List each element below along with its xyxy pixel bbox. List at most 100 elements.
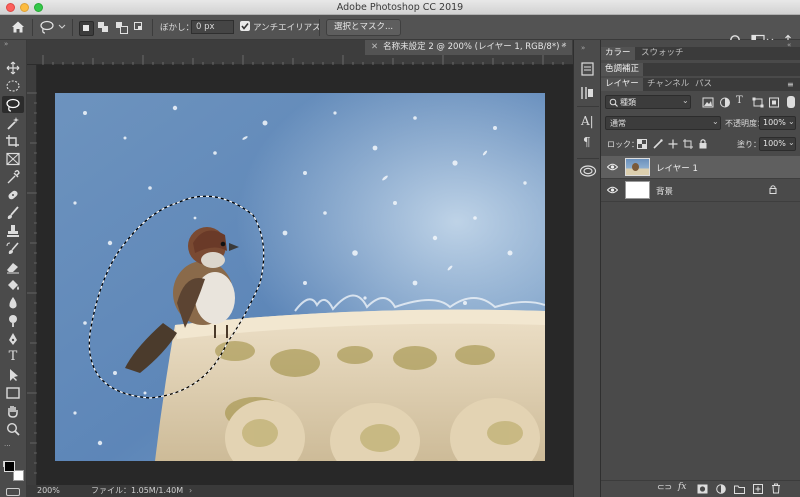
layers-action-bar: ⊂⊃ fx — [601, 480, 800, 497]
color-panel-tabs: カラー スウォッチ — [601, 47, 800, 60]
type-filter-icon[interactable]: T — [736, 95, 743, 106]
foreground-color-swatch[interactable] — [4, 461, 15, 472]
tab-swatches[interactable]: スウォッチ — [637, 47, 688, 60]
zoom-level[interactable]: 200% — [37, 485, 60, 497]
status-menu-icon[interactable]: › — [189, 485, 192, 497]
libraries-panel-icon[interactable] — [579, 164, 597, 178]
blur-tool-icon[interactable] — [5, 296, 21, 310]
hand-tool-icon[interactable] — [5, 404, 21, 418]
brush-tool-icon[interactable] — [5, 206, 21, 220]
filter-toggle-switch[interactable] — [787, 96, 795, 108]
chevron-down-icon: ⌄ — [682, 96, 689, 105]
adjustment-filter-icon[interactable] — [719, 97, 731, 108]
layer-lock-icon[interactable] — [769, 184, 777, 194]
select-and-mask-button[interactable]: 選択とマスク... — [326, 19, 402, 36]
new-adjustment-layer-icon[interactable] — [716, 484, 726, 494]
tools-panel: » T ··· — [0, 40, 27, 497]
intersect-selection-button[interactable] — [133, 21, 146, 34]
more-tools-icon[interactable]: ··· — [4, 442, 22, 450]
panels-dock: « カラー スウォッチ 色調補正 レイヤー チャンネル パス ≡ 種類 ⌄ T … — [601, 40, 800, 497]
new-selection-button[interactable] — [79, 21, 94, 36]
new-group-icon[interactable] — [734, 484, 745, 494]
blend-mode-value: 通常 — [610, 119, 626, 128]
rectangle-tool-icon[interactable] — [5, 386, 21, 400]
options-bar: ぼかし： 0 px アンチエイリアス 選択とマスク... — [0, 15, 800, 48]
tab-paths[interactable]: パス — [691, 78, 716, 91]
magic-wand-icon[interactable] — [5, 116, 21, 130]
close-tab-icon[interactable]: ✕ — [371, 42, 378, 52]
collapse-right-icon[interactable]: « — [561, 41, 566, 50]
path-selection-icon[interactable] — [5, 368, 21, 382]
zoom-tool-icon[interactable] — [5, 422, 21, 436]
layer-row-background[interactable]: 背景 — [601, 179, 800, 202]
feather-label: ぼかし： — [160, 23, 195, 33]
layer-row-layer-1[interactable]: レイヤー 1 — [601, 156, 800, 179]
dodge-tool-icon[interactable] — [5, 314, 21, 328]
paint-bucket-icon[interactable] — [5, 278, 21, 292]
tab-color[interactable]: カラー — [601, 47, 635, 60]
character-panel-icon[interactable]: A| — [581, 114, 594, 128]
elliptical-marquee-icon[interactable] — [5, 79, 21, 93]
fill-input[interactable]: 100% ⌄ — [759, 137, 796, 151]
filter-kind-label: 種類 — [620, 98, 636, 107]
tab-layers[interactable]: レイヤー — [601, 78, 643, 91]
lasso-tool-icon[interactable] — [5, 98, 21, 112]
collapse-icon[interactable]: » — [4, 41, 22, 48]
blend-mode-select[interactable]: 通常 ⌄ — [605, 116, 721, 130]
tab-channels[interactable]: チャンネル — [643, 78, 693, 91]
move-tool-icon[interactable] — [5, 61, 21, 75]
lock-all-icon[interactable] — [698, 138, 708, 149]
type-tool-icon[interactable]: T — [5, 350, 21, 364]
lock-transparent-pixels-icon[interactable] — [637, 139, 647, 149]
shape-filter-icon[interactable] — [752, 97, 764, 108]
pixel-filter-icon[interactable] — [702, 97, 714, 108]
title-bar: Adobe Photoshop CC 2019 — [0, 0, 800, 15]
visibility-eye-icon[interactable] — [607, 163, 618, 171]
history-panel-icon[interactable] — [580, 62, 595, 76]
frame-tool-icon[interactable] — [5, 152, 21, 166]
lasso-preset-icon[interactable] — [39, 19, 67, 35]
divider — [577, 106, 599, 107]
quick-mask-icon[interactable] — [6, 488, 20, 496]
antialias-checkbox[interactable] — [240, 21, 250, 31]
lock-image-pixels-icon[interactable] — [653, 139, 663, 149]
collapse-icon[interactable]: » — [581, 44, 585, 52]
add-mask-icon[interactable] — [697, 484, 708, 494]
document-tab[interactable]: ✕ 名称未設定 2 @ 200% (レイヤー 1, RGB/8*) * — [365, 40, 573, 55]
lock-artboard-icon[interactable] — [683, 139, 693, 149]
close-window-button[interactable] — [6, 3, 15, 12]
document-image[interactable] — [55, 93, 545, 461]
link-layers-icon[interactable]: ⊂⊃ — [657, 483, 672, 493]
home-icon[interactable] — [10, 19, 26, 35]
visibility-eye-icon[interactable] — [607, 186, 618, 194]
crop-tool-icon[interactable] — [5, 134, 21, 148]
layer-filter-select[interactable]: 種類 ⌄ — [605, 95, 691, 109]
smart-object-filter-icon[interactable] — [768, 97, 780, 108]
pen-tool-icon[interactable] — [5, 332, 21, 346]
status-bar: 200% ファイル：1.05M/1.40M › — [27, 485, 573, 497]
subtract-from-selection-button[interactable] — [115, 21, 128, 34]
lock-position-icon[interactable] — [668, 139, 678, 149]
minimize-window-button[interactable] — [20, 3, 29, 12]
trash-icon[interactable] — [771, 483, 781, 494]
history-brush-icon[interactable] — [5, 242, 21, 256]
canvas-area[interactable] — [37, 65, 573, 485]
new-layer-icon[interactable] — [753, 484, 763, 494]
clone-stamp-icon[interactable] — [5, 224, 21, 238]
feather-input[interactable]: 0 px — [191, 20, 234, 34]
divider — [72, 19, 73, 36]
zoom-window-button[interactable] — [34, 3, 43, 12]
tab-adjustments[interactable]: 色調補正 — [601, 63, 644, 76]
opacity-input[interactable]: 100% ⌄ — [759, 116, 796, 130]
healing-brush-icon[interactable] — [5, 188, 21, 202]
chevron-down-icon: ⌄ — [788, 117, 795, 126]
panel-menu-icon[interactable]: ≡ — [787, 80, 794, 89]
eraser-tool-icon[interactable] — [5, 260, 21, 274]
fill-value: 100% — [763, 139, 786, 148]
vertical-ruler — [27, 65, 37, 485]
eyedropper-icon[interactable] — [5, 170, 21, 184]
properties-panel-icon[interactable] — [580, 86, 595, 100]
paragraph-panel-icon[interactable]: ¶ — [583, 135, 591, 149]
add-to-selection-button[interactable] — [97, 21, 110, 34]
layer-style-icon[interactable]: fx — [678, 482, 686, 492]
